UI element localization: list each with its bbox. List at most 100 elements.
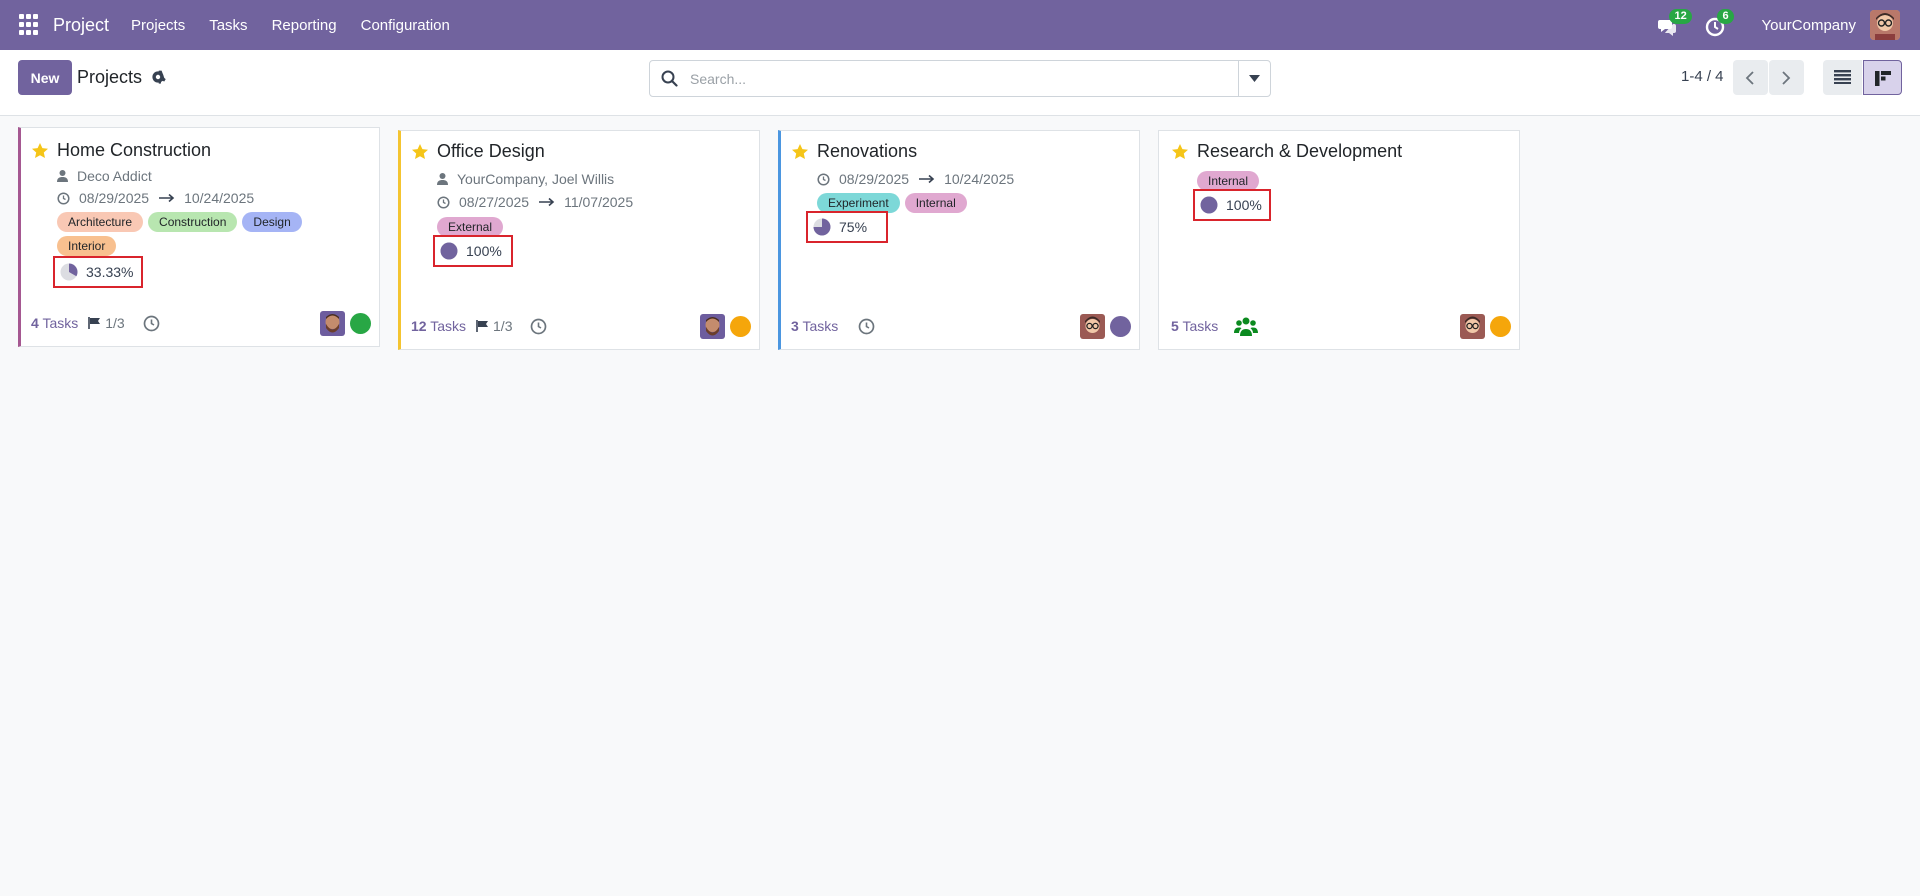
- tag-construction[interactable]: Construction: [148, 212, 238, 232]
- manager-avatar[interactable]: [700, 314, 725, 339]
- tasks-link[interactable]: 5 Tasks: [1171, 318, 1218, 334]
- favorite-star-icon[interactable]: [411, 143, 429, 161]
- tasks-link[interactable]: 12 Tasks: [411, 318, 466, 334]
- date-end: 10/24/2025: [944, 171, 1015, 187]
- tasks-count: 3: [791, 318, 799, 334]
- pager-previous-button[interactable]: [1733, 60, 1768, 95]
- kanban-view-button[interactable]: [1863, 60, 1902, 95]
- page-title: Projects: [77, 67, 143, 87]
- tag-internal[interactable]: Internal: [904, 193, 967, 213]
- date-start: 08/29/2025: [79, 190, 150, 206]
- card-footer: 3 Tasks: [791, 315, 875, 337]
- list-view-button[interactable]: [1823, 60, 1862, 95]
- project-customer: YourCompany, Joel Willis: [437, 169, 614, 189]
- search-options-toggle[interactable]: [1238, 61, 1270, 96]
- tasks-label: Tasks: [42, 315, 79, 331]
- project-title[interactable]: Research & Development: [1197, 141, 1402, 162]
- tag-internal[interactable]: Internal: [1197, 171, 1260, 191]
- tag-experiment[interactable]: Experiment: [817, 193, 900, 213]
- apps-menu-icon[interactable]: [19, 14, 41, 36]
- activity-clock-icon[interactable]: [530, 318, 547, 335]
- chevron-left-icon: [1745, 71, 1754, 85]
- card-footer-right: [1460, 314, 1511, 339]
- project-card-renovations[interactable]: Renovations 08/29/2025 10/24/2025 Experi…: [778, 130, 1140, 350]
- project-title[interactable]: Renovations: [817, 141, 917, 162]
- card-footer: 4 Tasks 1/3: [31, 312, 160, 334]
- team-icon[interactable]: [1234, 316, 1259, 336]
- tag-interior[interactable]: Interior: [57, 236, 117, 256]
- pager-value[interactable]: 1-4 / 4: [1681, 68, 1724, 85]
- date-start: 08/29/2025: [839, 171, 910, 187]
- progress-value: 33.33%: [86, 264, 134, 280]
- tag-architecture[interactable]: Architecture: [57, 212, 144, 232]
- progress-pie-icon: [1200, 196, 1218, 214]
- user-icon: [57, 170, 68, 182]
- menu-reporting[interactable]: Reporting: [272, 17, 337, 34]
- menu-configuration[interactable]: Configuration: [361, 17, 450, 34]
- activity-clock-icon[interactable]: [858, 318, 875, 335]
- card-footer: 5 Tasks: [1171, 315, 1259, 337]
- progress-indicator: 100%: [1193, 189, 1271, 221]
- progress-pie-icon: [440, 242, 458, 260]
- progress-indicator: 100%: [433, 235, 513, 267]
- tasks-link[interactable]: 3 Tasks: [791, 318, 838, 334]
- clock-icon: [437, 195, 450, 209]
- card-footer: 12 Tasks 1/3: [411, 315, 547, 337]
- tasks-label: Tasks: [430, 318, 467, 334]
- flag-icon: [88, 317, 101, 329]
- search-input[interactable]: [690, 68, 1210, 90]
- flag-icon: [476, 320, 489, 332]
- manager-avatar[interactable]: [1080, 314, 1105, 339]
- manager-avatar[interactable]: [320, 311, 345, 336]
- tag-design[interactable]: Design: [242, 212, 302, 232]
- project-card-office-design[interactable]: Office Design YourCompany, Joel Willis 0…: [398, 130, 760, 350]
- project-customer: Deco Addict: [57, 166, 152, 186]
- tasks-count: 12: [411, 318, 427, 334]
- status-indicator[interactable]: [350, 313, 371, 334]
- date-start: 08/27/2025: [459, 194, 530, 210]
- favorite-star-icon[interactable]: [1171, 143, 1189, 161]
- status-indicator[interactable]: [1490, 316, 1511, 337]
- user-avatar[interactable]: [1870, 10, 1900, 40]
- date-end: 11/07/2025: [564, 194, 634, 210]
- arrow-right-icon: [159, 193, 175, 203]
- list-view-icon: [1834, 70, 1851, 84]
- milestones-value: 1/3: [105, 315, 125, 331]
- tag-external[interactable]: External: [437, 217, 504, 237]
- progress-indicator: 33.33%: [53, 256, 143, 288]
- progress-value: 75%: [839, 219, 868, 235]
- messages-icon[interactable]: 12: [1657, 9, 1692, 37]
- project-title[interactable]: Office Design: [437, 141, 545, 162]
- activities-count-badge: 6: [1717, 9, 1734, 24]
- project-card-home-construction[interactable]: Home Construction Deco Addict 08/29/2025…: [18, 127, 380, 347]
- project-card-research-development[interactable]: Research & Development Internal 100% 5 T…: [1158, 130, 1520, 350]
- project-title[interactable]: Home Construction: [57, 140, 211, 161]
- activity-clock-icon[interactable]: [143, 315, 160, 332]
- clock-icon: [57, 191, 70, 205]
- app-brand[interactable]: Project: [53, 15, 109, 36]
- search-bar: [649, 60, 1271, 97]
- tasks-link[interactable]: 4 Tasks: [31, 315, 78, 331]
- gear-icon[interactable]: [150, 69, 166, 85]
- activities-icon[interactable]: 6: [1705, 9, 1734, 37]
- status-indicator[interactable]: [1110, 316, 1131, 337]
- new-button[interactable]: New: [18, 60, 72, 95]
- progress-value: 100%: [466, 243, 502, 259]
- kanban-view-icon: [1875, 71, 1891, 86]
- date-end: 10/24/2025: [184, 190, 255, 206]
- menu-tasks[interactable]: Tasks: [209, 17, 247, 34]
- project-dates: 08/29/2025 10/24/2025: [57, 188, 254, 208]
- manager-avatar[interactable]: [1460, 314, 1485, 339]
- favorite-star-icon[interactable]: [31, 142, 49, 160]
- menu-projects[interactable]: Projects: [131, 17, 185, 34]
- control-panel: New Projects 1-4 / 4: [0, 50, 1920, 116]
- pager-next-button[interactable]: [1769, 60, 1804, 95]
- project-tags: Internal: [1197, 171, 1497, 191]
- status-indicator[interactable]: [730, 316, 751, 337]
- card-footer-right: [1080, 314, 1131, 339]
- company-switcher[interactable]: YourCompany: [1761, 17, 1856, 34]
- chevron-right-icon: [1782, 71, 1791, 85]
- favorite-star-icon[interactable]: [791, 143, 809, 161]
- card-footer-right: [700, 314, 751, 339]
- project-dates: 08/29/2025 10/24/2025: [817, 169, 1014, 189]
